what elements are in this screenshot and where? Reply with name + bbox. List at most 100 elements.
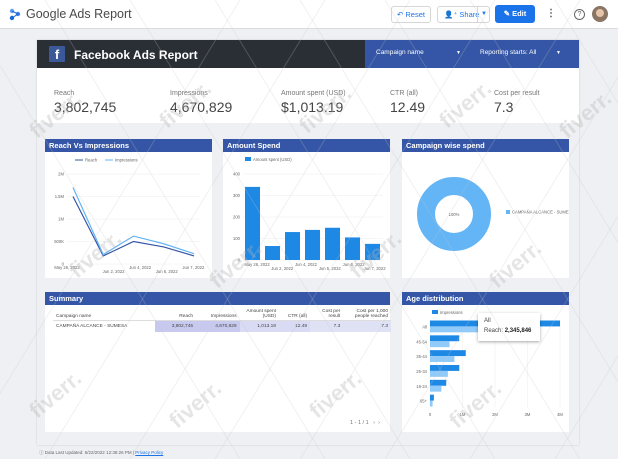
reporting-starts-filter[interactable]: Reporting starts: All ▼: [472, 40, 579, 68]
bar: [345, 237, 360, 260]
app-title: Google Ads Report: [26, 7, 132, 21]
kpi-label: CTR (all): [390, 90, 418, 97]
table-cell: 1,013.19: [239, 320, 279, 332]
kpi-amount-spent: Amount spent (USD) $1,013.19: [281, 90, 346, 115]
campaign-filter-label: Campaign name: [376, 49, 424, 56]
column-header[interactable]: CTR (all): [279, 308, 310, 321]
chart-tooltip: All Reach: 2,345,846: [478, 313, 540, 341]
kpi-value: 4,670,829: [170, 99, 233, 115]
series-line: [72, 196, 195, 257]
panel-title: Age distribution: [402, 292, 569, 305]
amount-spend-bar-chart[interactable]: Amount spent (USD) 400 300 200 100 0May 26, 2…: [223, 152, 390, 278]
bar: [430, 370, 448, 377]
x-tick-label: Jun 4, 2022: [295, 262, 318, 267]
footer: ⓘ Data Last Updated: 6/22/2022 12:38:26 …: [39, 450, 164, 455]
edit-button[interactable]: ✎ Edit: [495, 5, 535, 23]
kpi-label: Reach: [54, 90, 75, 97]
bar: [285, 232, 300, 260]
y-tick-label: 1M: [58, 217, 64, 222]
bar: [430, 385, 442, 392]
edit-label: Edit: [512, 9, 527, 18]
table-cell: CAMPAÑA ALCANCE - SUMESA: [53, 320, 155, 332]
bar: [430, 400, 433, 407]
privacy-policy-link[interactable]: Privacy Policy: [135, 450, 163, 455]
summary-panel: Summary Campaign name Reach Impressions …: [45, 292, 391, 432]
x-tick-label: 4M: [557, 412, 563, 417]
kpi-reach: Reach 3,802,745: [54, 90, 116, 115]
kpi-value: 3,802,745: [54, 99, 117, 115]
x-tick-label: 1M: [460, 412, 466, 417]
y-tick-label: 500K: [54, 239, 64, 244]
prev-page-icon[interactable]: ‹: [373, 420, 375, 426]
panel-title: Reach Vs Impressions: [45, 139, 212, 152]
y-tick-label: 1.5M: [55, 194, 65, 199]
x-tick-label: Jun 6, 2022: [156, 269, 179, 274]
column-header[interactable]: Campaign name: [53, 308, 155, 321]
campaign-wise-spend-panel: Campaign wise spend 100% CAMPAÑA ALCANCE …: [402, 139, 569, 278]
report-page: f Facebook Ads Report Campaign name ▼ Re…: [37, 40, 579, 445]
x-tick-label: Jun 4, 2022: [129, 265, 152, 270]
x-tick-label: Jun 6, 2022: [343, 262, 366, 267]
tooltip-title: All: [484, 318, 491, 324]
campaign-donut-chart[interactable]: 100% CAMPAÑA ALCANCE - SUMESA: [402, 152, 569, 278]
y-tick-label: 200: [233, 215, 241, 220]
kpi-value: 7.3: [494, 99, 514, 115]
x-tick-label: Jun 7, 2022: [364, 266, 387, 271]
reset-label: Reset: [405, 10, 425, 19]
column-header[interactable]: Cost per 1,000 people reached: [343, 308, 391, 321]
bar: [430, 365, 460, 371]
share-dropdown-chevron-icon[interactable]: ▼: [477, 7, 487, 22]
y-tick-label: 400: [233, 172, 241, 177]
next-page-icon[interactable]: ›: [378, 420, 380, 426]
bar: [305, 229, 320, 260]
pencil-icon: ✎: [503, 9, 513, 18]
reporting-starts-label: Reporting starts: All: [480, 49, 537, 56]
column-header[interactable]: Cost per result: [310, 308, 343, 321]
x-tick-label: May 26, 2022: [244, 262, 270, 267]
campaign-name-filter[interactable]: Campaign name ▼: [365, 40, 472, 68]
y-tick-label: All: [422, 324, 427, 329]
slice-value-label: 100%: [449, 212, 460, 217]
report-title: Facebook Ads Report: [74, 48, 198, 62]
reset-button[interactable]: ↶ Reset: [391, 6, 431, 23]
x-tick-label: 3M: [525, 412, 531, 417]
kpi-ctr: CTR (all) 12.49: [390, 90, 425, 115]
y-tick-label: 45-54: [416, 339, 427, 344]
charts-area: Reach Vs Impressions Reach Impressions 2M 1…: [37, 123, 579, 445]
table-header-row: Campaign name Reach Impressions Amount s…: [53, 308, 391, 321]
table-row[interactable]: CAMPAÑA ALCANCE - SUMESA 3,802,745 4,670…: [53, 320, 391, 332]
kpi-label: Amount spent (USD): [281, 90, 346, 97]
help-icon[interactable]: ?: [574, 9, 585, 20]
column-header[interactable]: Impressions: [196, 308, 240, 321]
x-tick-label: 2M: [492, 412, 498, 417]
y-tick-label: 25-34: [416, 369, 427, 374]
kpi-label: Impressions: [170, 90, 208, 97]
kpi-scorecards: Reach 3,802,745 Impressions 4,670,829 Am…: [37, 68, 579, 123]
y-tick-label: 65+: [420, 399, 428, 404]
reach-impressions-line-chart[interactable]: Reach Impressions2M1.5M1M500K0May 26, 202…: [45, 152, 212, 278]
user-avatar[interactable]: [592, 6, 608, 22]
more-options-icon[interactable]: ⋮: [546, 8, 556, 19]
panel-title: Amount Spend: [223, 139, 390, 152]
column-header[interactable]: Amount spent (USD): [240, 308, 279, 321]
kpi-value: $1,013.19: [281, 99, 344, 115]
x-tick-label: Jun 5, 2022: [319, 266, 342, 271]
bar: [430, 350, 466, 357]
report-header: f Facebook Ads Report Campaign name ▼ Re…: [37, 40, 579, 68]
amount-spend-panel: Amount Spend Amount spent (USD) 400 300 200…: [223, 139, 390, 278]
x-tick-label: Jun 2, 2022: [103, 269, 126, 274]
chevron-down-icon: ▼: [556, 50, 561, 56]
column-header[interactable]: Reach: [155, 308, 196, 321]
bar: [430, 379, 447, 386]
legend-label: Impressions: [115, 158, 138, 163]
share-button[interactable]: 👤⁺ Share ▼: [437, 6, 490, 23]
table-cell: 4,670,829: [196, 320, 240, 332]
bar: [325, 227, 340, 260]
y-tick-label: 300: [233, 193, 241, 198]
table-cell: 12.49: [278, 320, 311, 332]
last-updated-text: Data Last Updated: 6/22/2022 12:38:26 PM: [44, 450, 132, 455]
summary-table: Campaign name Reach Impressions Amount s…: [53, 308, 391, 332]
tooltip-label: Reach:: [484, 328, 504, 334]
x-tick-label: 0: [429, 412, 432, 417]
facebook-icon: f: [49, 46, 65, 62]
